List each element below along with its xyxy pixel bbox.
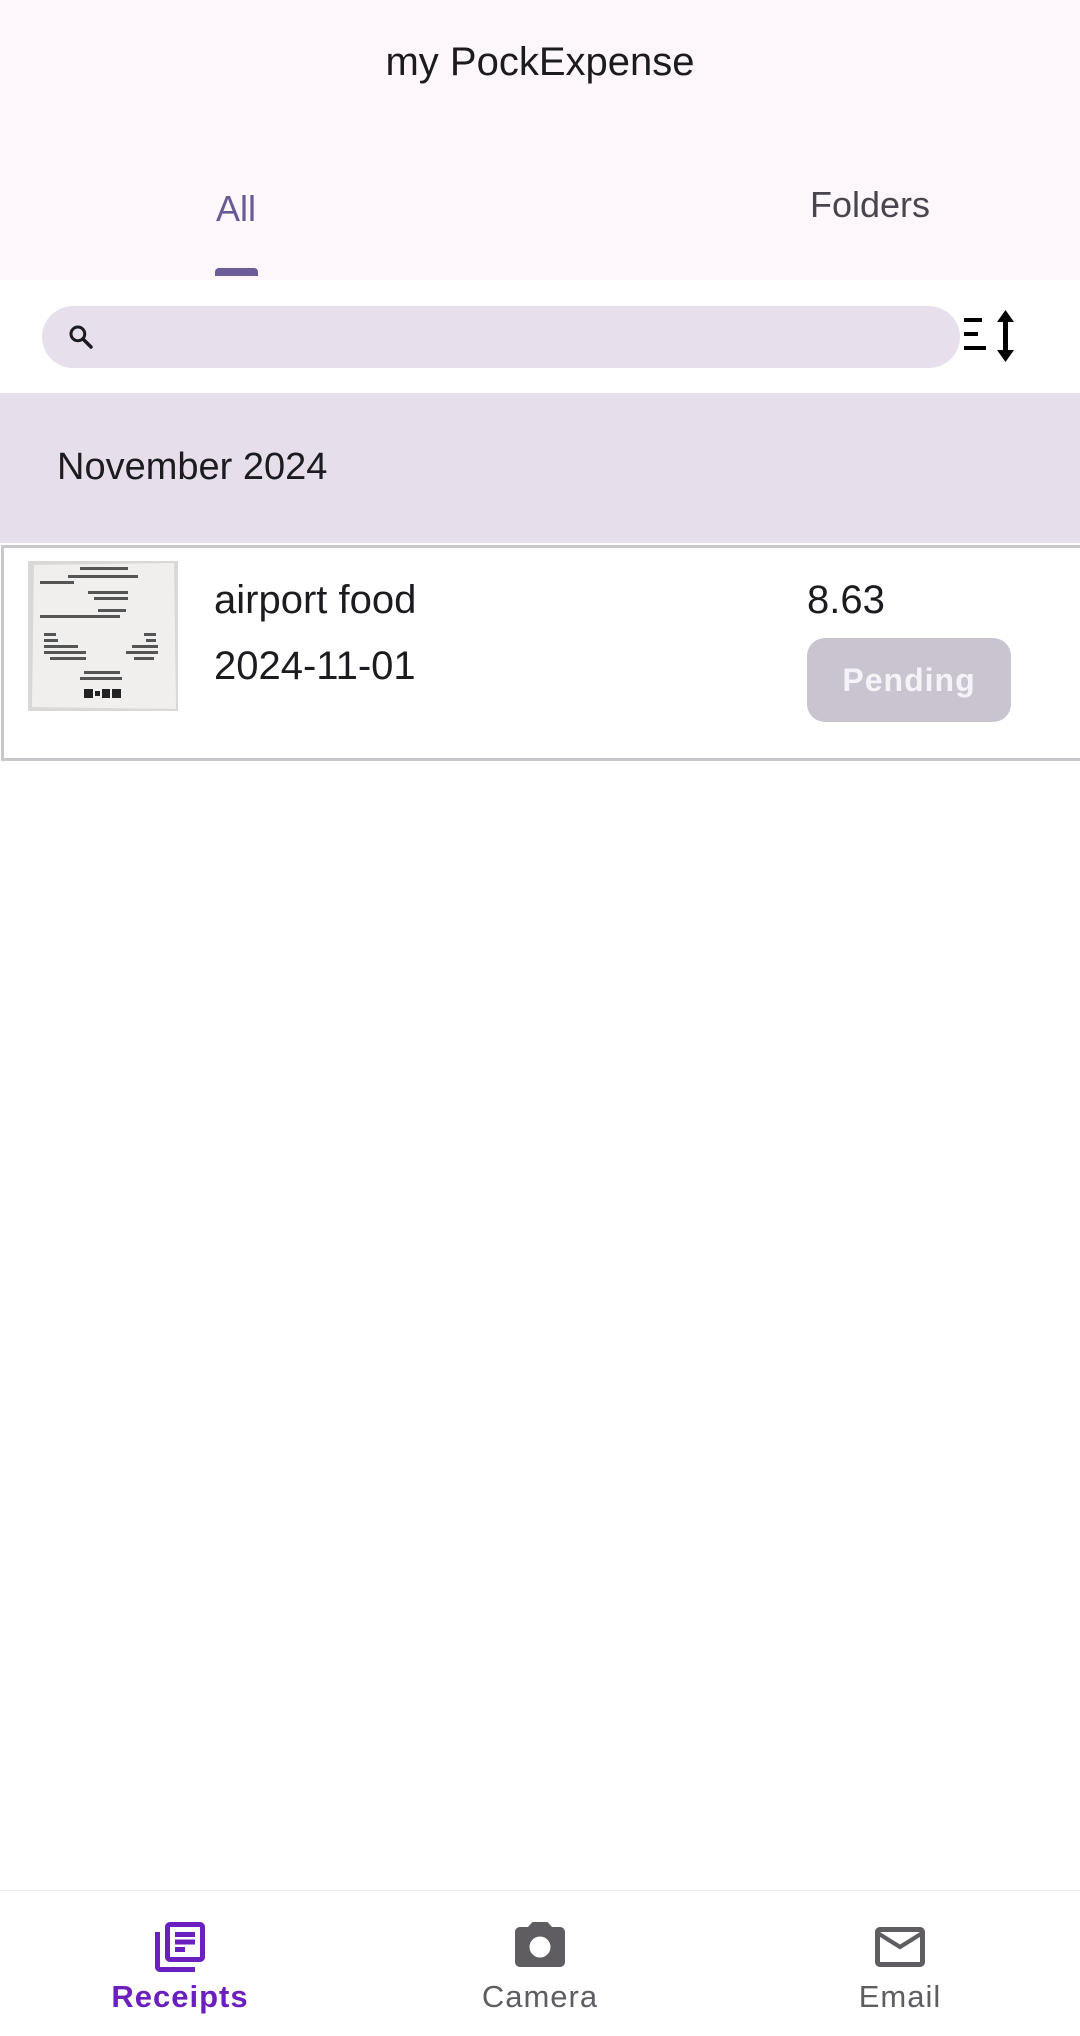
nav-email-label: Email [858, 1979, 942, 2014]
camera-icon [515, 1922, 565, 1967]
month-section-header: November 2024 [0, 393, 1080, 543]
search-input[interactable] [112, 306, 946, 370]
nav-camera[interactable]: Camera [360, 1891, 720, 2036]
app-title: my PockExpense [385, 40, 695, 84]
sort-icon [964, 310, 1014, 362]
tab-folders[interactable]: Folders [760, 184, 980, 226]
receipt-thumbnail [28, 561, 178, 711]
receipts-icon [155, 1922, 205, 1972]
nav-email[interactable]: Email [720, 1891, 1080, 2036]
email-icon [875, 1927, 925, 1967]
receipt-name: airport food [214, 578, 417, 622]
month-section-title: November 2024 [57, 446, 328, 488]
nav-camera-label: Camera [481, 1979, 599, 2014]
nav-receipts-label: Receipts [111, 1979, 249, 2014]
tab-all[interactable]: All [170, 188, 302, 230]
sort-button[interactable] [960, 308, 1024, 370]
status-badge: Pending [807, 638, 1011, 722]
nav-receipts[interactable]: Receipts [0, 1891, 360, 2036]
bottom-navigation: Receipts Camera Email [0, 1890, 1080, 2036]
receipt-amount: 8.63 [807, 578, 885, 622]
top-app-bar: my PockExpense All Folders [0, 0, 1080, 280]
receipt-date: 2024-11-01 [214, 644, 416, 688]
tab-indicator [215, 268, 258, 276]
receipt-list-item[interactable]: airport food 2024-11-01 8.63 Pending [1, 545, 1080, 761]
search-bar[interactable] [42, 306, 960, 370]
search-icon [69, 325, 93, 349]
